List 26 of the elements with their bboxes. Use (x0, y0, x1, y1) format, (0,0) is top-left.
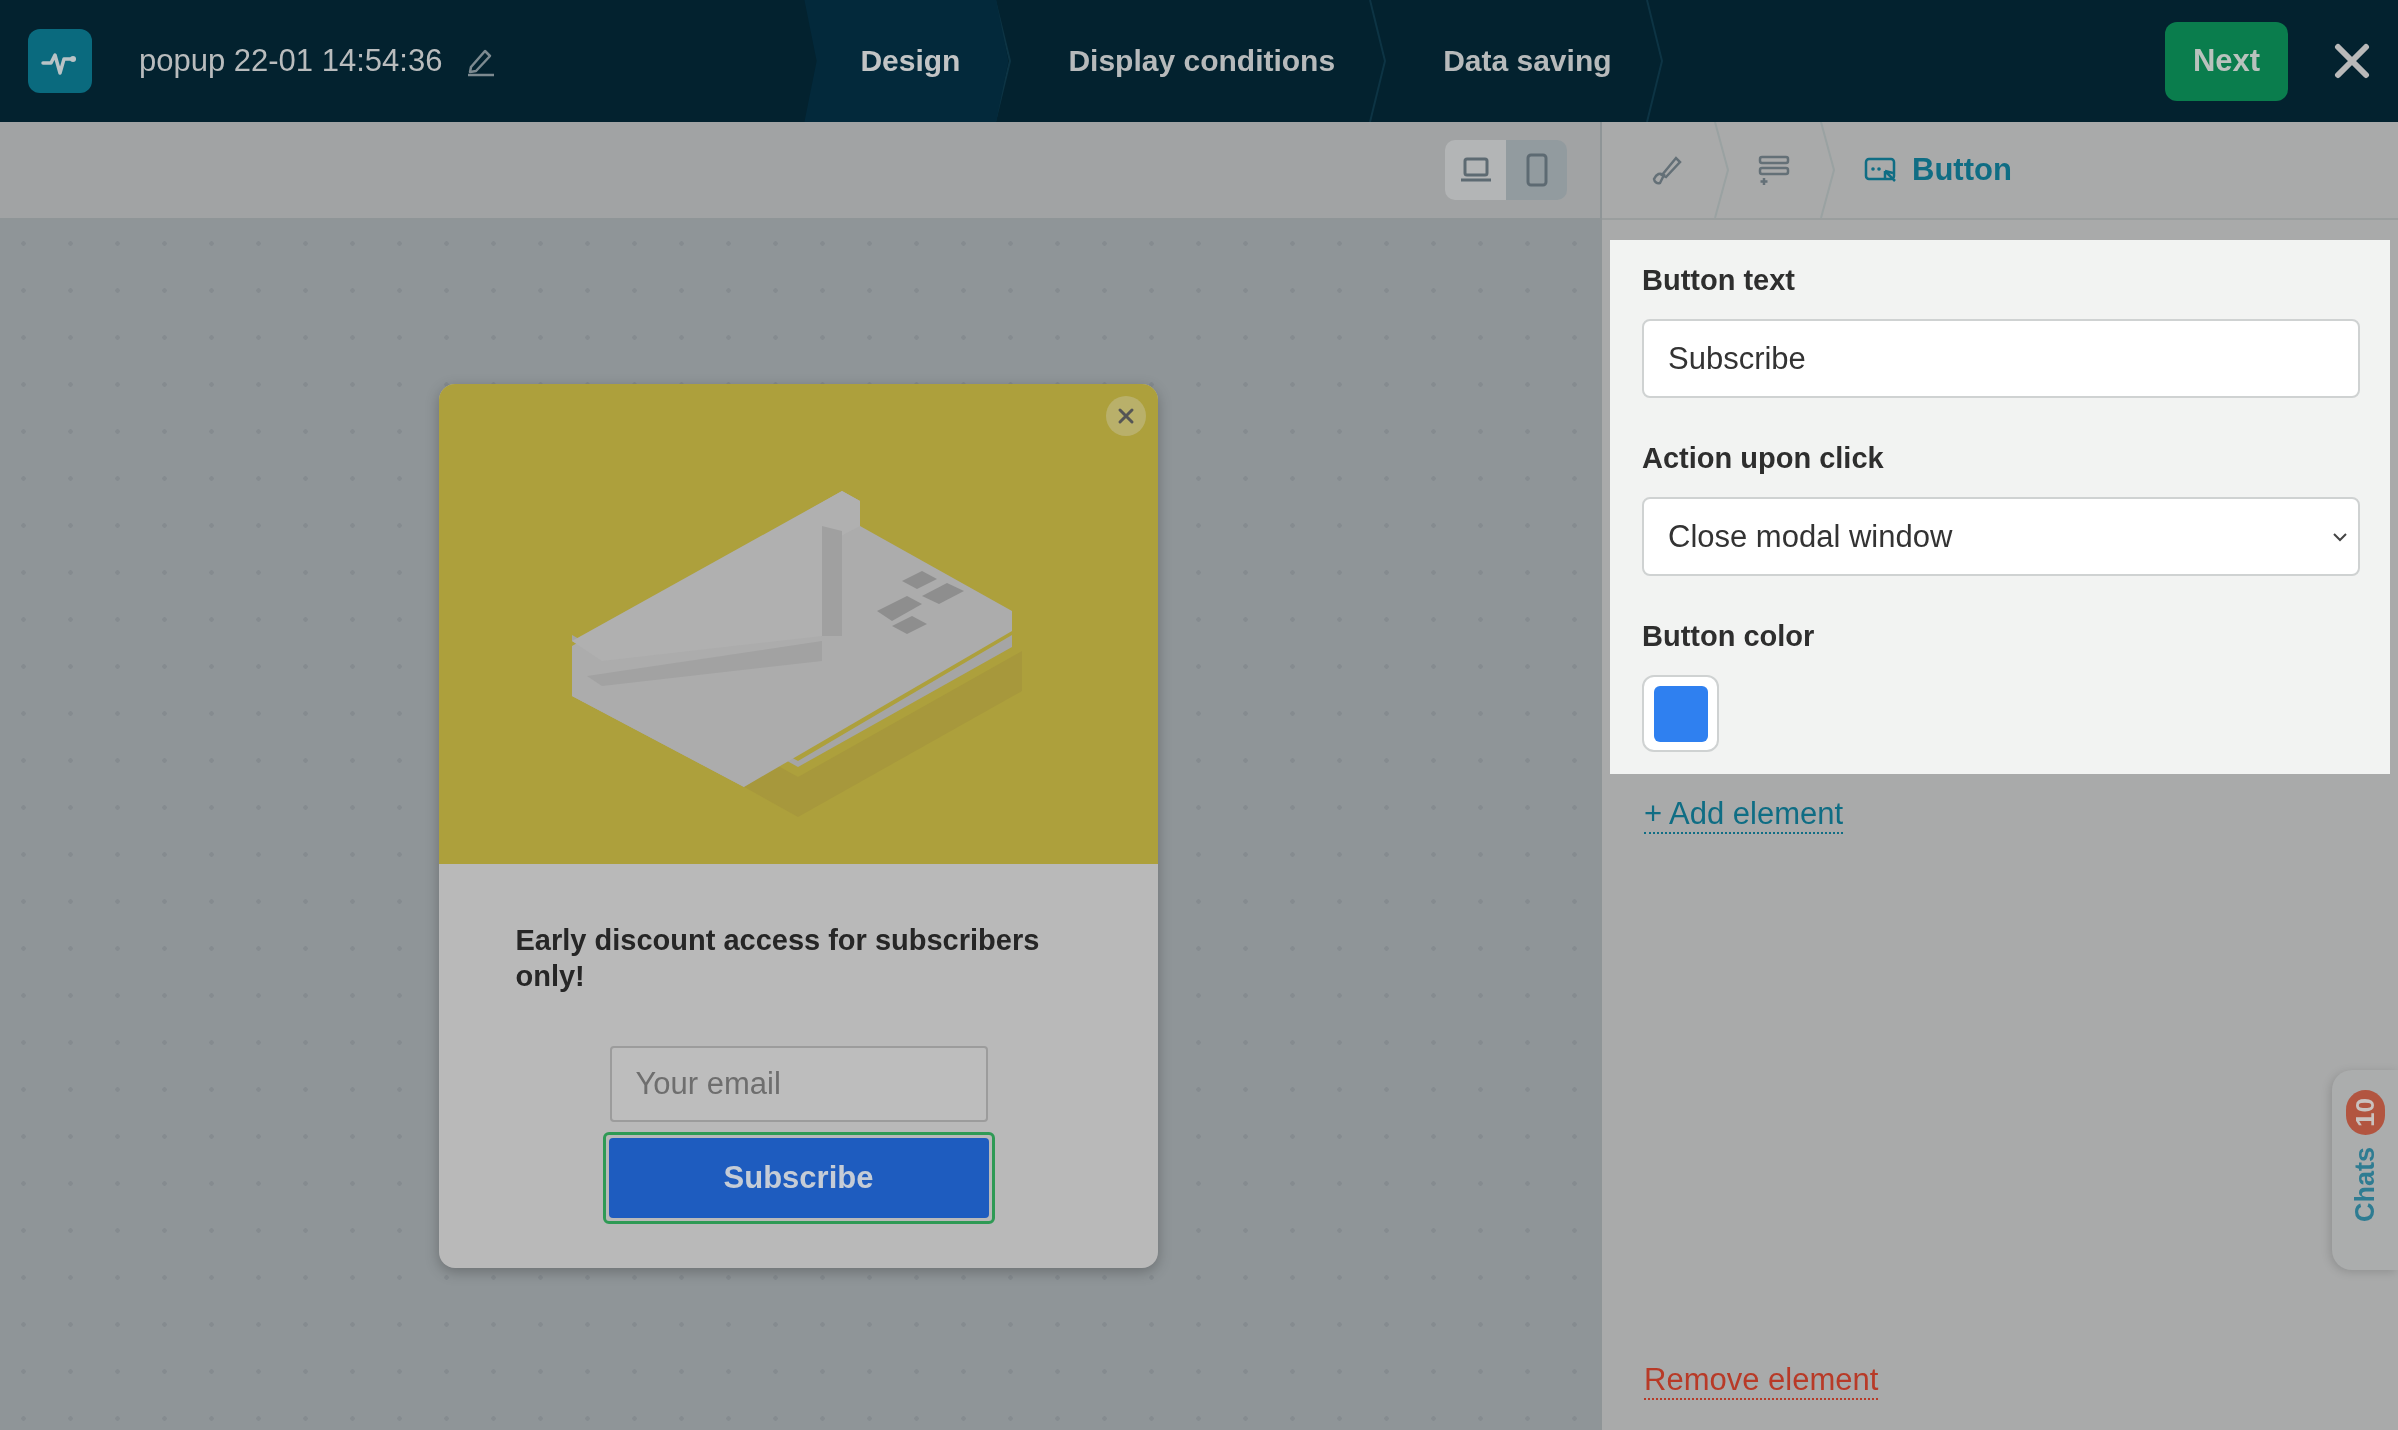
caret-icon (2332, 531, 2348, 542)
step-tab[interactable]: Data saving (1387, 0, 1660, 122)
action-dropdown[interactable]: Close modal window (1642, 497, 2360, 576)
email-field[interactable]: Your email (609, 1046, 988, 1122)
field-label: Action upon click (1642, 442, 1885, 475)
chats-label: Chats (2349, 1146, 2381, 1222)
popup-heading: Early discount access for subscribers only! (515, 923, 1041, 994)
button-crumb[interactable]: Button (1864, 152, 2042, 188)
button-icon (1864, 156, 1898, 184)
popup-title: popup 22-01 14:54:36 (139, 43, 443, 79)
laptop-icon[interactable] (1445, 140, 1506, 200)
button-text-field[interactable]: Subscribe (1642, 319, 2360, 398)
phone-icon[interactable] (1506, 140, 1567, 200)
color-picker[interactable] (1642, 675, 1719, 752)
close-icon[interactable] (2334, 43, 2370, 79)
step-tab[interactable]: Display conditions (1012, 0, 1384, 122)
field-label: Button color (1642, 620, 1816, 653)
next-button[interactable]: Next (2165, 21, 2288, 101)
logo-icon[interactable] (28, 29, 92, 93)
field-label: Button text (1642, 264, 1797, 297)
step-tab[interactable]: Design (804, 0, 1009, 122)
remove-element-link[interactable]: Remove element (1644, 1362, 1879, 1400)
add-element-link[interactable]: + Add element (1644, 796, 1844, 834)
chats-tab[interactable]: 10 Chats (2332, 1070, 2398, 1270)
unread-badge: 10 (2345, 1090, 2385, 1135)
subscribe-button[interactable]: Subscribe (608, 1138, 989, 1218)
